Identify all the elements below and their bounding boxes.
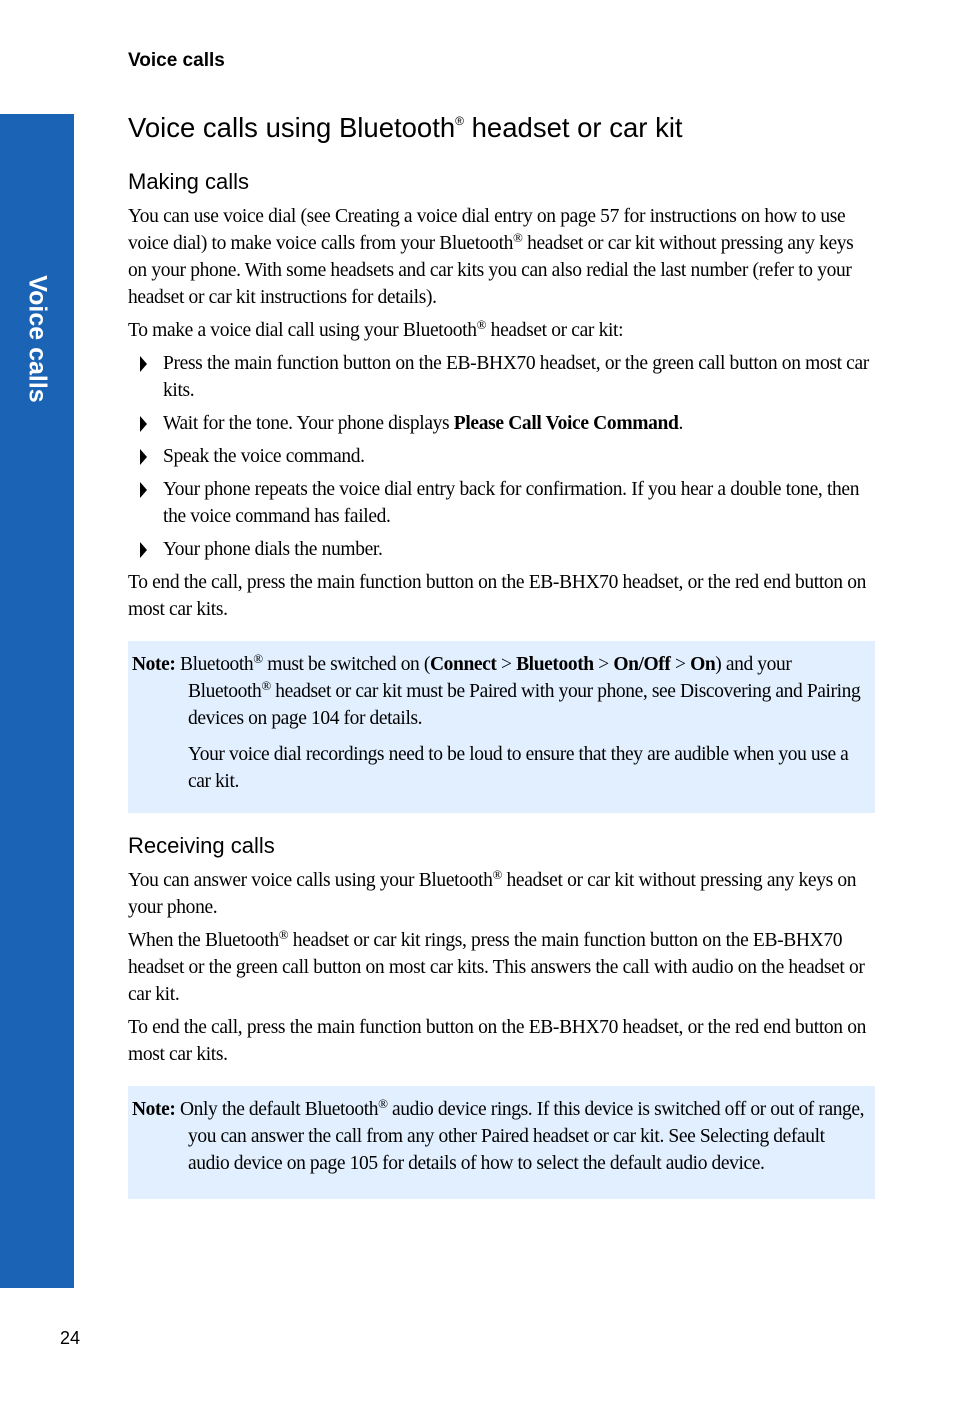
note-text: Note: Bluetooth® must be switched on (Co…	[132, 651, 869, 732]
end-call-text: To end the call, press the main function…	[128, 572, 867, 620]
heading-receiving-calls: Receiving calls	[128, 833, 275, 858]
registered-mark: ®	[455, 114, 464, 128]
page-title: Voice calls using Bluetooth® headset or …	[128, 100, 875, 149]
step-text: Your phone repeats the voice dial entry …	[163, 479, 860, 527]
registered-mark: ®	[253, 651, 263, 666]
note-text: Note: Only the default Bluetooth® audio …	[132, 1096, 869, 1177]
receiving-p2: When the Bluetooth® headset or car kit r…	[128, 927, 875, 1008]
registered-mark: ®	[261, 678, 271, 693]
page-number: 24	[60, 1328, 81, 1348]
registered-mark: ®	[492, 867, 502, 882]
title-text-after: headset or car kit	[464, 112, 683, 143]
making-calls-intro: You can use voice dial (see Creating a v…	[128, 203, 875, 311]
display-message: Please Call Voice Command	[453, 413, 679, 434]
side-tab-label: Voice calls	[23, 275, 52, 403]
step-text: Press the main function button on the EB…	[163, 353, 869, 401]
menu-path-item: On/Off	[613, 654, 671, 675]
note-label: Note:	[132, 654, 176, 675]
section-side-tab: Voice calls	[0, 114, 74, 1288]
step-text: Wait for the tone. Your phone displays	[163, 413, 454, 434]
triangle-bullet-icon	[140, 542, 147, 558]
menu-path-item: Connect	[429, 654, 497, 675]
list-item: Your phone dials the number.	[128, 536, 875, 563]
separator: >	[593, 654, 614, 675]
triangle-bullet-icon	[140, 356, 147, 372]
making-calls-lead: To make a voice dial call using your Blu…	[128, 317, 875, 344]
list-item: Press the main function button on the EB…	[128, 350, 875, 404]
text: must be switched on (	[262, 654, 430, 675]
step-text: Speak the voice command.	[163, 446, 365, 467]
text: To make a voice dial call using your Blu…	[128, 320, 477, 341]
registered-mark: ®	[513, 230, 523, 245]
page-content: Voice calls using Bluetooth® headset or …	[128, 100, 875, 1199]
list-item: Your phone repeats the voice dial entry …	[128, 476, 875, 530]
running-header: Voice calls	[128, 50, 225, 71]
registered-mark: ®	[378, 1096, 388, 1111]
step-text: Your phone dials the number.	[163, 539, 383, 560]
text: Only the default Bluetooth	[175, 1099, 379, 1120]
receiving-p3: To end the call, press the main function…	[128, 1017, 867, 1065]
steps-list: Press the main function button on the EB…	[128, 350, 875, 563]
triangle-bullet-icon	[140, 449, 147, 465]
note-text-2: Your voice dial recordings need to be lo…	[188, 744, 849, 792]
list-item: Speak the voice command.	[128, 443, 875, 470]
triangle-bullet-icon	[140, 482, 147, 498]
title-text: Voice calls using Bluetooth	[128, 112, 456, 143]
note-box: Note: Only the default Bluetooth® audio …	[128, 1086, 875, 1199]
menu-path-item: On	[690, 654, 716, 675]
triangle-bullet-icon	[140, 416, 147, 432]
registered-mark: ®	[278, 927, 289, 942]
text: Bluetooth	[175, 654, 254, 675]
menu-path-item: Bluetooth	[516, 654, 594, 675]
separator: >	[670, 654, 691, 675]
text: You can answer voice calls using your Bl…	[128, 870, 493, 891]
receiving-p1: You can answer voice calls using your Bl…	[128, 867, 875, 921]
step-text: .	[678, 413, 684, 434]
text: headset or car kit must be Paired with y…	[188, 681, 861, 729]
text: When the Bluetooth	[128, 930, 279, 951]
note-box: Note: Bluetooth® must be switched on (Co…	[128, 641, 875, 813]
registered-mark: ®	[476, 317, 487, 332]
separator: >	[496, 654, 517, 675]
note-label: Note:	[132, 1099, 176, 1120]
list-item: Wait for the tone. Your phone displays P…	[128, 410, 875, 437]
heading-making-calls: Making calls	[128, 169, 250, 194]
text: headset or car kit:	[486, 320, 624, 341]
